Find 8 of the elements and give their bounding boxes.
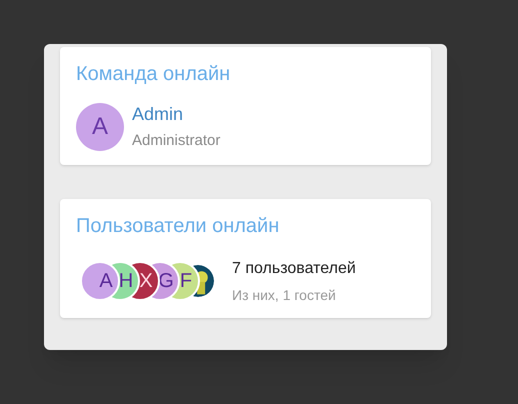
user-avatar: A — [76, 102, 124, 151]
card-title: Пользователи онлайн — [76, 214, 280, 238]
user-name[interactable]: Admin — [132, 101, 220, 128]
user-role: Administrator — [132, 131, 220, 151]
guests-count: Из них, 1 гостей — [232, 286, 337, 304]
card-title: Команда онлайн — [76, 62, 232, 87]
users-count: 7 пользователей — [232, 258, 356, 278]
user-avatar: A — [80, 261, 120, 301]
